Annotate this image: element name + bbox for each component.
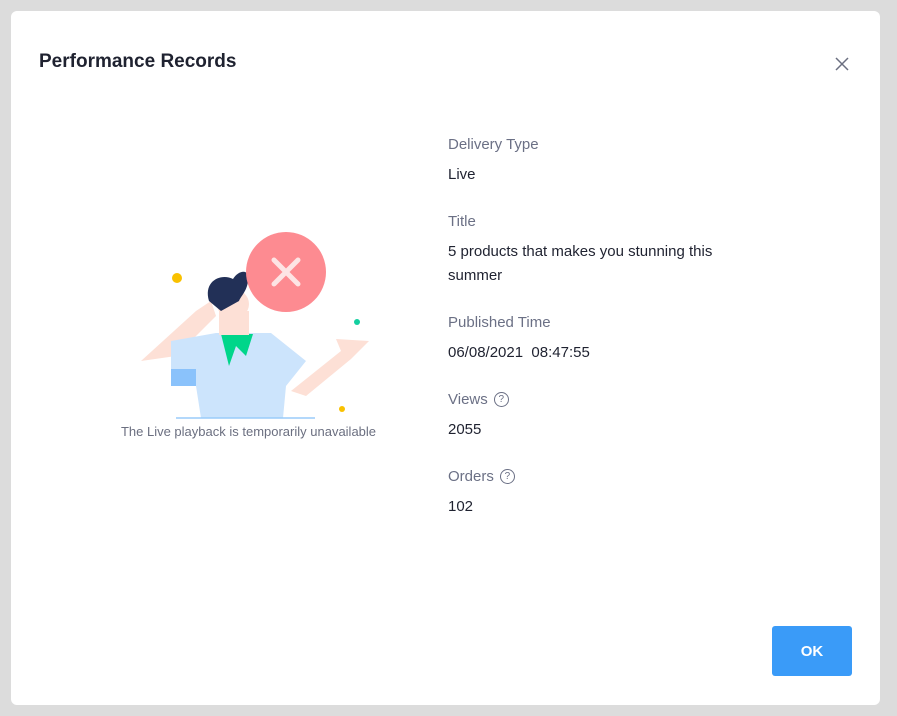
ok-button[interactable]: OK: [772, 626, 852, 676]
field-value: 5 products that makes you stunning this …: [448, 240, 748, 288]
field-delivery-type: Delivery Type Live: [448, 134, 778, 187]
field-orders: Orders? 102: [448, 466, 778, 519]
playback-unavailable-illustration: [111, 216, 381, 421]
field-value: 102: [448, 495, 778, 519]
field-title: Title 5 products that makes you stunning…: [448, 211, 778, 288]
field-label: Orders: [448, 468, 494, 485]
field-label: Published Time: [448, 314, 551, 331]
help-icon[interactable]: ?: [494, 392, 509, 407]
performance-records-dialog: Performance Records The Live playback is…: [11, 11, 880, 705]
playback-unavailable-caption: The Live playback is temporarily unavail…: [11, 424, 486, 439]
field-published-time: Published Time 06/08/2021 08:47:55: [448, 312, 778, 365]
record-details: Delivery Type Live Title 5 products that…: [448, 134, 778, 543]
help-icon[interactable]: ?: [500, 469, 515, 484]
close-icon[interactable]: [833, 55, 851, 73]
field-value: 2055: [448, 418, 778, 442]
field-label: Title: [448, 213, 476, 230]
field-value: 06/08/2021 08:47:55: [448, 341, 778, 365]
field-label: Views: [448, 391, 488, 408]
field-value: Live: [448, 163, 778, 187]
field-views: Views? 2055: [448, 389, 778, 442]
dialog-title: Performance Records: [39, 51, 236, 73]
field-label: Delivery Type: [448, 136, 539, 153]
